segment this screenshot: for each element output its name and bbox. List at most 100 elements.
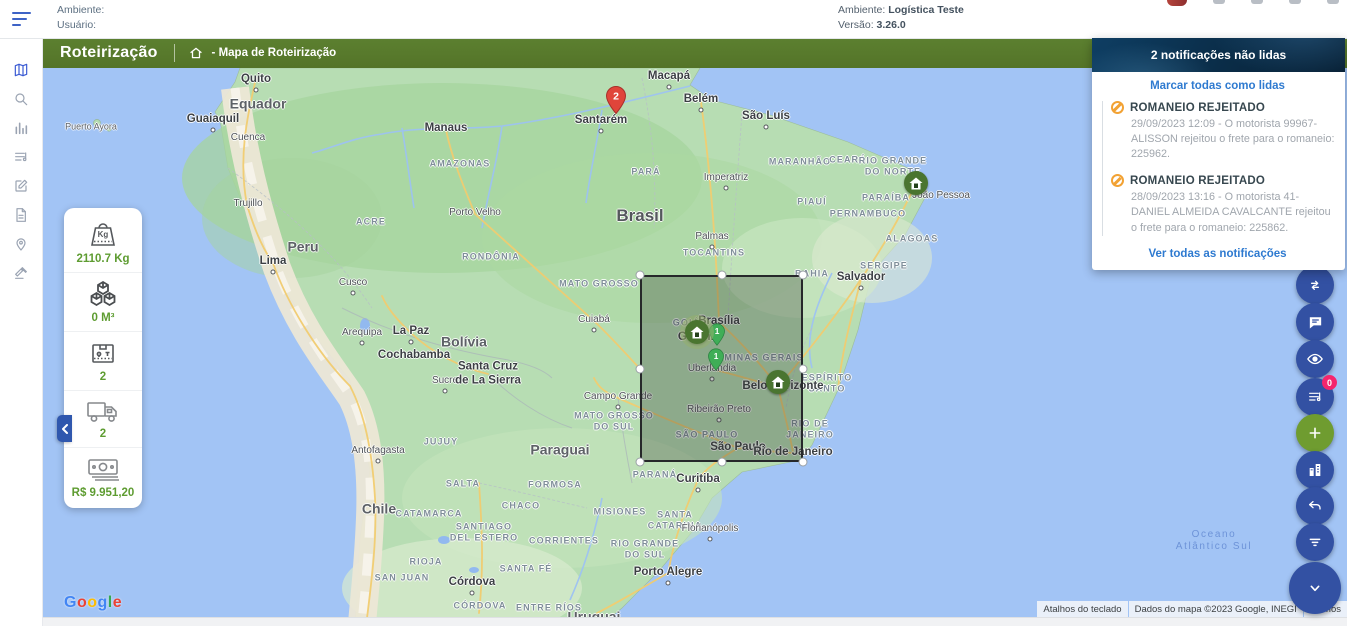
env-label: Ambiente:	[838, 4, 885, 16]
stat-value: R$ 9.951,20	[64, 448, 142, 506]
flag-icon[interactable]	[1167, 0, 1187, 6]
apps-icon[interactable]	[1213, 0, 1225, 4]
eye-icon	[1306, 350, 1324, 368]
keyboard-shortcuts-link[interactable]: Atalhos do teclado	[1037, 601, 1127, 618]
environment-user-labels: Ambiente: Usuário:	[57, 3, 104, 33]
route-summary-panel: Kg 2110.7 Kg 0 M³ 2 2 R$ 9.951,20	[64, 208, 142, 508]
red-pin-marker[interactable]: 2	[604, 85, 628, 120]
chat-icon	[1307, 314, 1324, 331]
top-header: Ambiente: Usuário: Ambiente: Logística T…	[0, 0, 1347, 39]
home-icon[interactable]	[189, 46, 203, 60]
gavel-icon	[13, 265, 29, 281]
page-title: Roteirização	[60, 44, 158, 62]
swap-icon	[1307, 277, 1323, 293]
routing-app: Ambiente: Usuário: Ambiente: Logística T…	[0, 0, 1347, 626]
undo-icon	[1307, 498, 1323, 514]
chevron-down-icon	[1307, 580, 1323, 596]
view-all-notifications-link[interactable]: Ver todas as notificações	[1100, 248, 1335, 260]
selection-handle[interactable]	[717, 458, 726, 467]
sidebar-item-reports[interactable]	[0, 114, 42, 142]
divider	[174, 44, 175, 62]
selection-handle[interactable]	[799, 364, 808, 373]
stat-weight-value: 2110.7 Kg	[76, 253, 129, 265]
chevron-left-icon	[61, 424, 69, 434]
company-button[interactable]	[1296, 451, 1334, 489]
breadcrumb-label: - Mapa de Roteirização	[212, 47, 337, 59]
company-icon	[1307, 462, 1323, 478]
settings-icon[interactable]	[1289, 0, 1301, 4]
stat-packages-value: 2	[100, 371, 106, 383]
search-icon	[13, 91, 29, 107]
hamburger-menu-icon[interactable]	[12, 8, 36, 28]
notification-item[interactable]: ROMANEIO REJEITADO 29/09/2023 12:09 - O m…	[1111, 101, 1335, 162]
selection-handle[interactable]	[799, 458, 808, 467]
chat-button[interactable]	[1296, 303, 1334, 341]
help-icon[interactable]	[1251, 0, 1263, 4]
collapse-button[interactable]	[1289, 562, 1341, 614]
package-icon	[87, 338, 119, 368]
env-value: Logística Teste	[888, 4, 964, 16]
version-value: 3.26.0	[877, 19, 906, 31]
filter-icon	[1307, 534, 1323, 550]
notification-item[interactable]: ROMANEIO REJEITADO 28/09/2023 13:16 - O m…	[1111, 174, 1335, 235]
depot-house-marker[interactable]	[778, 382, 802, 406]
svg-text:Kg: Kg	[98, 230, 109, 239]
sidebar-item-map[interactable]	[0, 56, 42, 84]
selection-handle[interactable]	[636, 458, 645, 467]
account-icon[interactable]	[1327, 0, 1339, 4]
selection-handle[interactable]	[799, 271, 808, 280]
usuario-label: Usuário:	[57, 18, 104, 33]
google-logo: Google	[64, 594, 122, 612]
selection-handle[interactable]	[717, 271, 726, 280]
sidebar-item-locations[interactable]	[0, 230, 42, 258]
chart-icon	[13, 120, 29, 136]
mark-all-read-link[interactable]: Marcar todas como lidas	[1100, 80, 1335, 92]
notifications-header: 2 notificações não lidas	[1092, 38, 1345, 72]
playlist-icon	[13, 149, 29, 165]
stat-volume-value: 0 M³	[92, 312, 115, 324]
document-icon	[13, 207, 29, 223]
notification-body: 29/09/2023 12:09 - O motorista 99967-ALI…	[1131, 117, 1335, 162]
notification-title: ROMANEIO REJEITADO	[1130, 102, 1265, 114]
undo-button[interactable]	[1296, 487, 1334, 525]
sidebar-item-documents[interactable]	[0, 201, 42, 229]
filter-button[interactable]	[1296, 523, 1334, 561]
sidebar-item-tools[interactable]	[0, 259, 42, 287]
money-icon	[85, 454, 121, 484]
add-button[interactable]	[1296, 414, 1334, 452]
selection-handle[interactable]	[636, 271, 645, 280]
sidebar-item-edit[interactable]	[0, 172, 42, 200]
page-bottom-strip	[0, 617, 1347, 626]
edit-icon	[13, 178, 29, 194]
stat-value-value: R$ 9.951,20	[72, 487, 135, 499]
truck-icon	[85, 397, 121, 425]
svg-text:2: 2	[613, 91, 619, 103]
notification-title: ROMANEIO REJEITADO	[1130, 175, 1265, 187]
selection-handle[interactable]	[636, 364, 645, 373]
route-list-button[interactable]: 0	[1296, 378, 1334, 416]
notification-count-badge: 0	[1322, 375, 1337, 390]
notifications-panel: 2 notificações não lidas Marcar todas co…	[1092, 38, 1345, 270]
sidebar-item-search[interactable]	[0, 85, 42, 113]
sidebar-item-lists[interactable]	[0, 143, 42, 171]
breadcrumb: - Mapa de Roteirização	[189, 46, 337, 60]
depot-house-marker[interactable]	[697, 332, 721, 356]
plus-icon	[1307, 425, 1323, 441]
notification-body: 28/09/2023 13:16 - O motorista 41-DANIEL…	[1131, 190, 1335, 235]
stat-packages: 2	[64, 332, 142, 391]
swap-button[interactable]	[1296, 266, 1334, 304]
depot-house-marker[interactable]	[916, 183, 940, 207]
visibility-button[interactable]	[1296, 340, 1334, 378]
header-icons-cropped	[1167, 0, 1339, 8]
notifications-list: ROMANEIO REJEITADO 29/09/2023 12:09 - O m…	[1102, 101, 1335, 236]
collapse-panel-button[interactable]	[57, 415, 72, 442]
weight-icon: Kg	[86, 220, 120, 250]
playlist-icon	[1307, 389, 1323, 405]
pin-icon	[13, 236, 29, 252]
map-data-attribution: Dados do mapa ©2023 Google, INEGI	[1129, 601, 1303, 618]
ambiente-label: Ambiente:	[57, 3, 104, 18]
cubes-icon	[87, 279, 119, 309]
stat-vehicles-value: 2	[100, 428, 106, 440]
stat-weight: Kg 2110.7 Kg	[64, 214, 142, 273]
map-icon	[13, 62, 29, 78]
